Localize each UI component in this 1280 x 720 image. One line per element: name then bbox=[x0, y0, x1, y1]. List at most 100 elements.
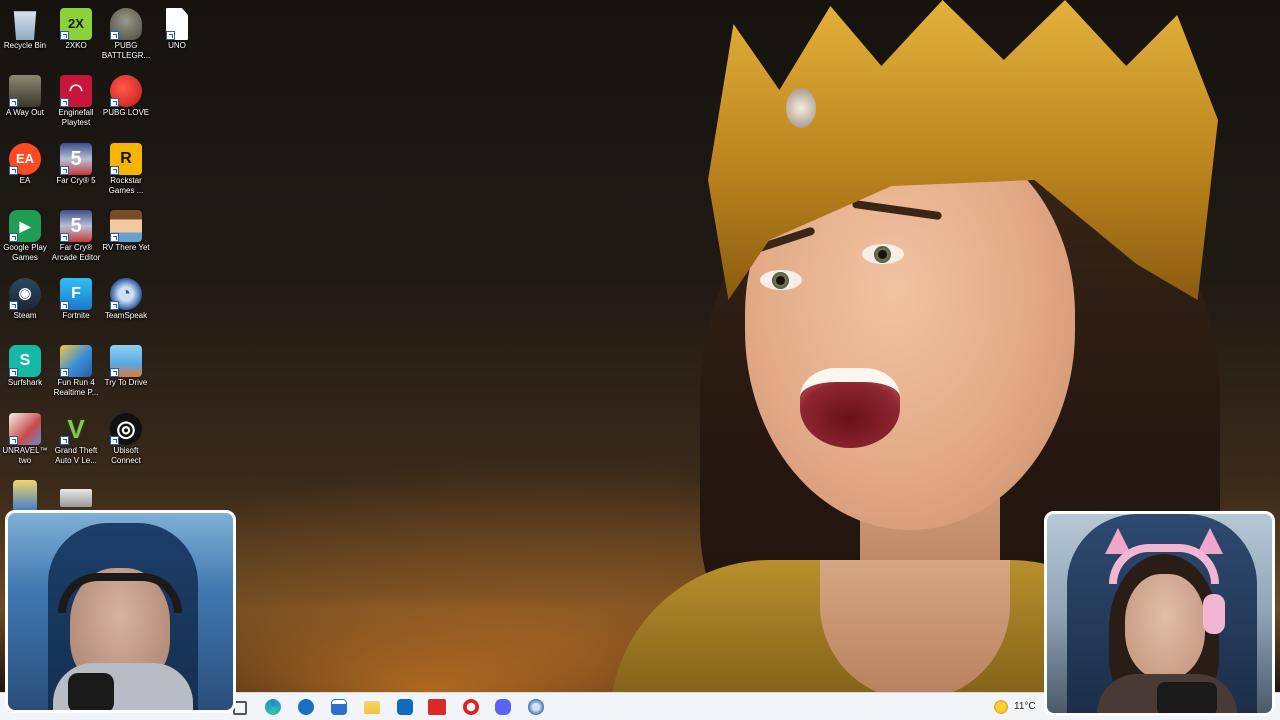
steam-icon: ◉ bbox=[9, 278, 41, 310]
shortcut-arrow-icon bbox=[9, 98, 18, 107]
outlook-icon[interactable] bbox=[397, 699, 413, 715]
shortcut-arrow-icon bbox=[60, 233, 69, 242]
desktop-icon-ubisoft-connect[interactable]: ◎ Ubisoft Connect bbox=[101, 408, 151, 472]
shortcut-arrow-icon bbox=[60, 98, 69, 107]
shortcut-arrow-icon bbox=[9, 436, 18, 445]
2xko-icon: 2X bbox=[60, 8, 92, 40]
desktop-icon-surfshark[interactable]: S Surfshark bbox=[0, 340, 50, 404]
desktop-icon-label: Fun Run 4 Realtime P... bbox=[53, 378, 99, 397]
desktop-icon-rockstar-games[interactable]: R Rockstar Games ... bbox=[101, 138, 151, 202]
shortcut-arrow-icon bbox=[60, 166, 69, 175]
shortcut-arrow-icon bbox=[110, 436, 119, 445]
weather-temperature[interactable]: 11°C bbox=[1014, 701, 1036, 712]
rv-there-yet-icon bbox=[110, 210, 142, 242]
desktop-icon-label: Fortnite bbox=[62, 311, 90, 320]
microphone-icon bbox=[1157, 682, 1217, 713]
wallpaper-collar bbox=[820, 560, 1010, 692]
file-explorer-icon[interactable] bbox=[364, 701, 380, 714]
shortcut-arrow-icon bbox=[60, 436, 69, 445]
desktop-icon-uno[interactable]: UNO bbox=[152, 3, 202, 67]
desktop-icon-steam[interactable]: ◉ Steam bbox=[0, 273, 50, 337]
shortcut-arrow-icon bbox=[60, 368, 69, 377]
shortcut-arrow-icon bbox=[110, 166, 119, 175]
teamspeak-icon: ◔ bbox=[110, 278, 142, 310]
edge-icon[interactable] bbox=[265, 699, 281, 715]
desktop-icon-label: Rockstar Games ... bbox=[108, 176, 144, 195]
desktop-icon-ea[interactable]: EA EA bbox=[0, 138, 50, 202]
desktop-icon-fun-run-4[interactable]: Fun Run 4 Realtime P... bbox=[51, 340, 101, 404]
desktop-icon-fortnite[interactable]: F Fortnite bbox=[51, 273, 101, 337]
recycle-bin-icon bbox=[13, 11, 37, 40]
pubg-love-icon bbox=[110, 75, 142, 107]
try-to-drive-icon bbox=[110, 345, 142, 377]
shortcut-arrow-icon bbox=[110, 301, 119, 310]
shortcut-arrow-icon bbox=[9, 301, 18, 310]
desktop-icon-google-play-games[interactable]: ▶ Google Play Games bbox=[0, 205, 50, 269]
desktop-icon-a-way-out[interactable]: A Way Out bbox=[0, 70, 50, 134]
ea-icon: EA bbox=[9, 143, 41, 175]
headset-earcup-icon bbox=[1203, 594, 1225, 634]
desktop-icon-label: Enginefall Playtest bbox=[58, 108, 94, 127]
microphone-icon bbox=[68, 673, 114, 710]
desktop-icon-2xko[interactable]: 2X 2XKO bbox=[51, 3, 101, 67]
desktop-icon-label: Ubisoft Connect bbox=[111, 446, 141, 465]
wallpaper-crown-gem bbox=[786, 88, 816, 128]
desktop-icon-label: Recycle Bin bbox=[3, 41, 47, 50]
desktop-icon-gta-v[interactable]: V Grand Theft Auto V Le... bbox=[51, 408, 101, 472]
video-editor-icon[interactable] bbox=[428, 699, 446, 715]
desktop-icon-label: Steam bbox=[13, 311, 37, 320]
google-play-games-icon: ▶ bbox=[9, 210, 41, 242]
shortcut-arrow-icon bbox=[110, 368, 119, 377]
shortcut-arrow-icon bbox=[110, 31, 119, 40]
desktop-icon-label: Surfshark bbox=[7, 378, 43, 387]
desktop-icon-pubg-battlegrounds[interactable]: PUBG BATTLEGR... bbox=[101, 3, 151, 67]
desktop-icon-label: RV There Yet bbox=[102, 243, 150, 252]
desktop-icon-enginefall[interactable]: ◠ Enginefall Playtest bbox=[51, 70, 101, 134]
desktop-icon-teamspeak[interactable]: ◔ TeamSpeak bbox=[101, 273, 151, 337]
shortcut-arrow-icon bbox=[9, 368, 18, 377]
desktop-icon-far-cry-5[interactable]: 5 Far Cry® 5 bbox=[51, 138, 101, 202]
unravel-two-icon bbox=[9, 413, 41, 445]
desktop-icon-label: UNRAVEL™ two bbox=[2, 446, 48, 465]
desktop-icon-label: Google Play Games bbox=[3, 243, 47, 262]
store-icon[interactable] bbox=[331, 699, 347, 715]
wallpaper-mouth bbox=[800, 368, 900, 448]
shortcut-arrow-icon bbox=[60, 301, 69, 310]
pubg-battlegrounds-icon bbox=[110, 8, 142, 40]
desktop-icon-label: EA bbox=[19, 176, 31, 185]
teamspeak-taskbar-icon[interactable] bbox=[528, 699, 544, 715]
desktop-icon-label: Far Cry® Arcade Editor bbox=[51, 243, 101, 262]
steam-taskbar-icon[interactable] bbox=[298, 699, 314, 715]
a-way-out-icon bbox=[9, 75, 41, 107]
shortcut-arrow-icon bbox=[110, 98, 119, 107]
desktop-icon-unravel-two[interactable]: UNRAVEL™ two bbox=[0, 408, 50, 472]
desktop-icon-label: PUBG BATTLEGR... bbox=[101, 41, 151, 60]
far-cry-5-icon: 5 bbox=[60, 143, 92, 175]
desktop-icon-far-cry-arcade-editor[interactable]: 5 Far Cry® Arcade Editor bbox=[51, 205, 101, 269]
desktop-icon-label: Try To Drive bbox=[104, 378, 148, 387]
drive-image-icon bbox=[60, 489, 92, 507]
shortcut-arrow-icon bbox=[110, 233, 119, 242]
desktop-icon-try-to-drive[interactable]: Try To Drive bbox=[101, 340, 151, 404]
fortnite-icon: F bbox=[60, 278, 92, 310]
desktop-icon-recycle-bin[interactable]: Recycle Bin bbox=[0, 3, 50, 67]
uno-file-icon bbox=[166, 8, 188, 40]
discord-icon[interactable] bbox=[495, 699, 511, 715]
fun-run-4-icon bbox=[60, 345, 92, 377]
rockstar-icon: R bbox=[110, 143, 142, 175]
enginefall-icon: ◠ bbox=[60, 75, 92, 107]
desktop-icon-label: UNO bbox=[168, 41, 186, 50]
shortcut-arrow-icon bbox=[9, 233, 18, 242]
shortcut-arrow-icon bbox=[9, 166, 18, 175]
desktop-icon-label: Far Cry® 5 bbox=[56, 176, 96, 185]
desktop-icon-label: Grand Theft Auto V Le... bbox=[54, 446, 98, 465]
weather-sun-icon[interactable] bbox=[993, 699, 1009, 715]
desktop-icon-label: 2XKO bbox=[65, 41, 87, 50]
headset-icon bbox=[58, 573, 182, 613]
opera-icon[interactable] bbox=[463, 699, 479, 715]
shortcut-arrow-icon bbox=[166, 31, 175, 40]
wallpaper-eye-right bbox=[862, 244, 904, 264]
desktop-icon-pubg-love[interactable]: PUBG LOVE bbox=[101, 70, 151, 134]
wallpaper-eye-left bbox=[760, 270, 802, 290]
desktop-icon-rv-there-yet[interactable]: RV There Yet bbox=[101, 205, 151, 269]
